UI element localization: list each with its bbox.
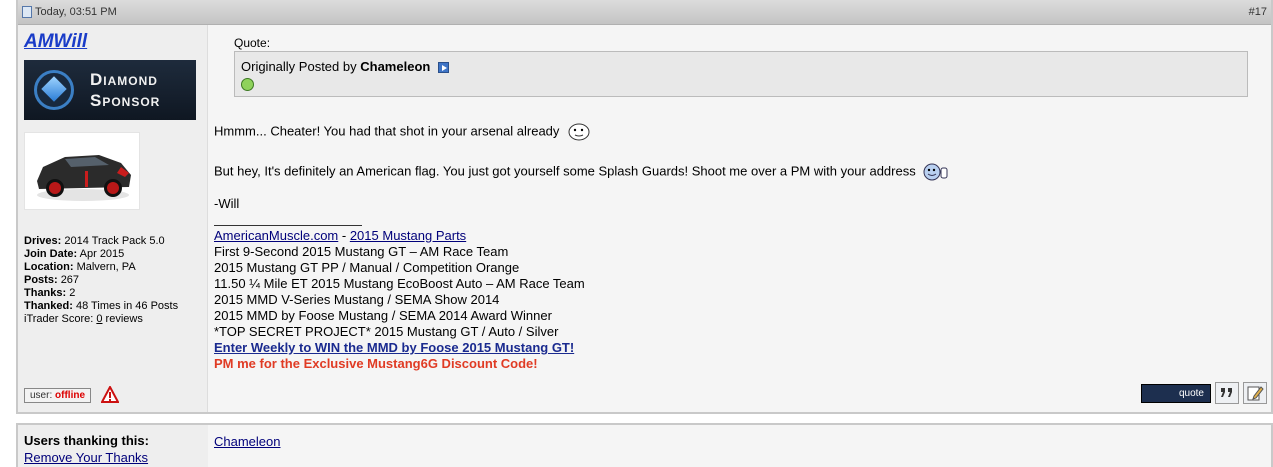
- avatar[interactable]: [24, 132, 140, 210]
- offline-badge: user: offline: [24, 387, 92, 403]
- mustang-parts-link[interactable]: 2015 Mustang Parts: [350, 228, 466, 243]
- signature-line: 2015 MMD V-Series Mustang / SEMA Show 20…: [214, 292, 500, 307]
- sponsor-line-1: Diamond: [90, 70, 158, 89]
- quote-button[interactable]: quote: [1141, 383, 1211, 403]
- post-date-text: Today, 03:51 PM: [35, 6, 117, 18]
- thanks-left: Users thanking this: Remove Your Thanks: [18, 425, 208, 467]
- signature-divider: [214, 225, 362, 226]
- americanmuscle-link[interactable]: AmericanMuscle.com: [214, 228, 338, 243]
- thanking-user-link[interactable]: Chameleon: [214, 434, 281, 449]
- signature-line: 2015 Mustang GT PP / Manual / Competitio…: [214, 260, 520, 275]
- user-details: Drives: 2014 Track Pack 5.0 Join Date: A…: [24, 235, 179, 325]
- message-line-2: But hey, It's definitely an American fla…: [214, 162, 949, 182]
- user-thanks: 2: [69, 287, 76, 299]
- signature-line: 2015 MMD by Foose Mustang / SEMA 2014 Aw…: [214, 308, 552, 323]
- globe-smiley-icon: [241, 78, 254, 91]
- signature-line: First 9-Second 2015 Mustang GT – AM Race…: [214, 244, 509, 259]
- diamond-sponsor-badge: Diamond Sponsor: [24, 60, 196, 120]
- tongue-smiley-icon: [568, 123, 590, 141]
- user-posts: 267: [60, 274, 80, 286]
- document-icon: [22, 6, 32, 18]
- edit-post-icon[interactable]: [1243, 382, 1267, 404]
- post-number[interactable]: #17: [1249, 6, 1267, 18]
- diamond-icon: [30, 66, 78, 114]
- contest-link[interactable]: Enter Weekly to WIN the MMD by Foose 201…: [214, 340, 574, 355]
- signature-line: *TOP SECRET PROJECT* 2015 Mustang GT / A…: [214, 324, 559, 339]
- thumbs-up-smiley-icon: [923, 163, 948, 181]
- post-actions: quote: [1141, 382, 1267, 404]
- itrader-score-link[interactable]: 0: [96, 313, 102, 325]
- user-thanked: 48 Times in 46 Posts: [75, 300, 179, 312]
- post-header: Today, 03:51 PM #17: [18, 0, 1271, 25]
- quote-label: Quote:: [234, 36, 271, 50]
- post-date: Today, 03:51 PM: [22, 6, 117, 18]
- message-line-1: Hmmm... Cheater! You had that shot in yo…: [214, 122, 591, 142]
- originally-posted-by: Originally Posted by: [241, 59, 357, 74]
- signature-line: 11.50 ¼ Mile ET 2015 Mustang EcoBoost Au…: [214, 276, 585, 291]
- quote-author: Chameleon: [360, 59, 431, 74]
- signature-links: AmericanMuscle.com - 2015 Mustang Parts: [214, 228, 467, 243]
- user-status: user: offline: [24, 386, 120, 404]
- sponsor-line-2: Sponsor: [90, 91, 161, 110]
- remove-thanks-link[interactable]: Remove Your Thanks: [24, 450, 202, 465]
- discount-text: PM me for the Exclusive Mustang6G Discou…: [214, 356, 538, 371]
- report-post-icon[interactable]: [101, 386, 120, 404]
- user-join-date: Apr 2015: [79, 248, 125, 260]
- thanks-panel: Users thanking this: Remove Your Thanks …: [16, 423, 1273, 467]
- username-link[interactable]: AMWill: [24, 31, 87, 53]
- user-drives: 2014 Track Pack 5.0: [64, 235, 165, 247]
- view-post-arrow-icon[interactable]: [437, 62, 449, 74]
- user-location: Malvern, PA: [76, 261, 136, 273]
- quote-box: Originally Posted by Chameleon: [234, 51, 1248, 97]
- multi-quote-icon[interactable]: [1215, 382, 1239, 404]
- user-panel: AMWill Diamond Sponsor Drives: 2014 Trac…: [18, 25, 208, 412]
- thanks-title: Users thanking this:: [24, 433, 149, 448]
- message-signoff: -Will: [214, 196, 240, 211]
- post-content: Quote: Originally Posted by Chameleon Hm…: [214, 25, 1269, 412]
- forum-post: Today, 03:51 PM #17 AMWill Diamond Spons…: [16, 0, 1273, 414]
